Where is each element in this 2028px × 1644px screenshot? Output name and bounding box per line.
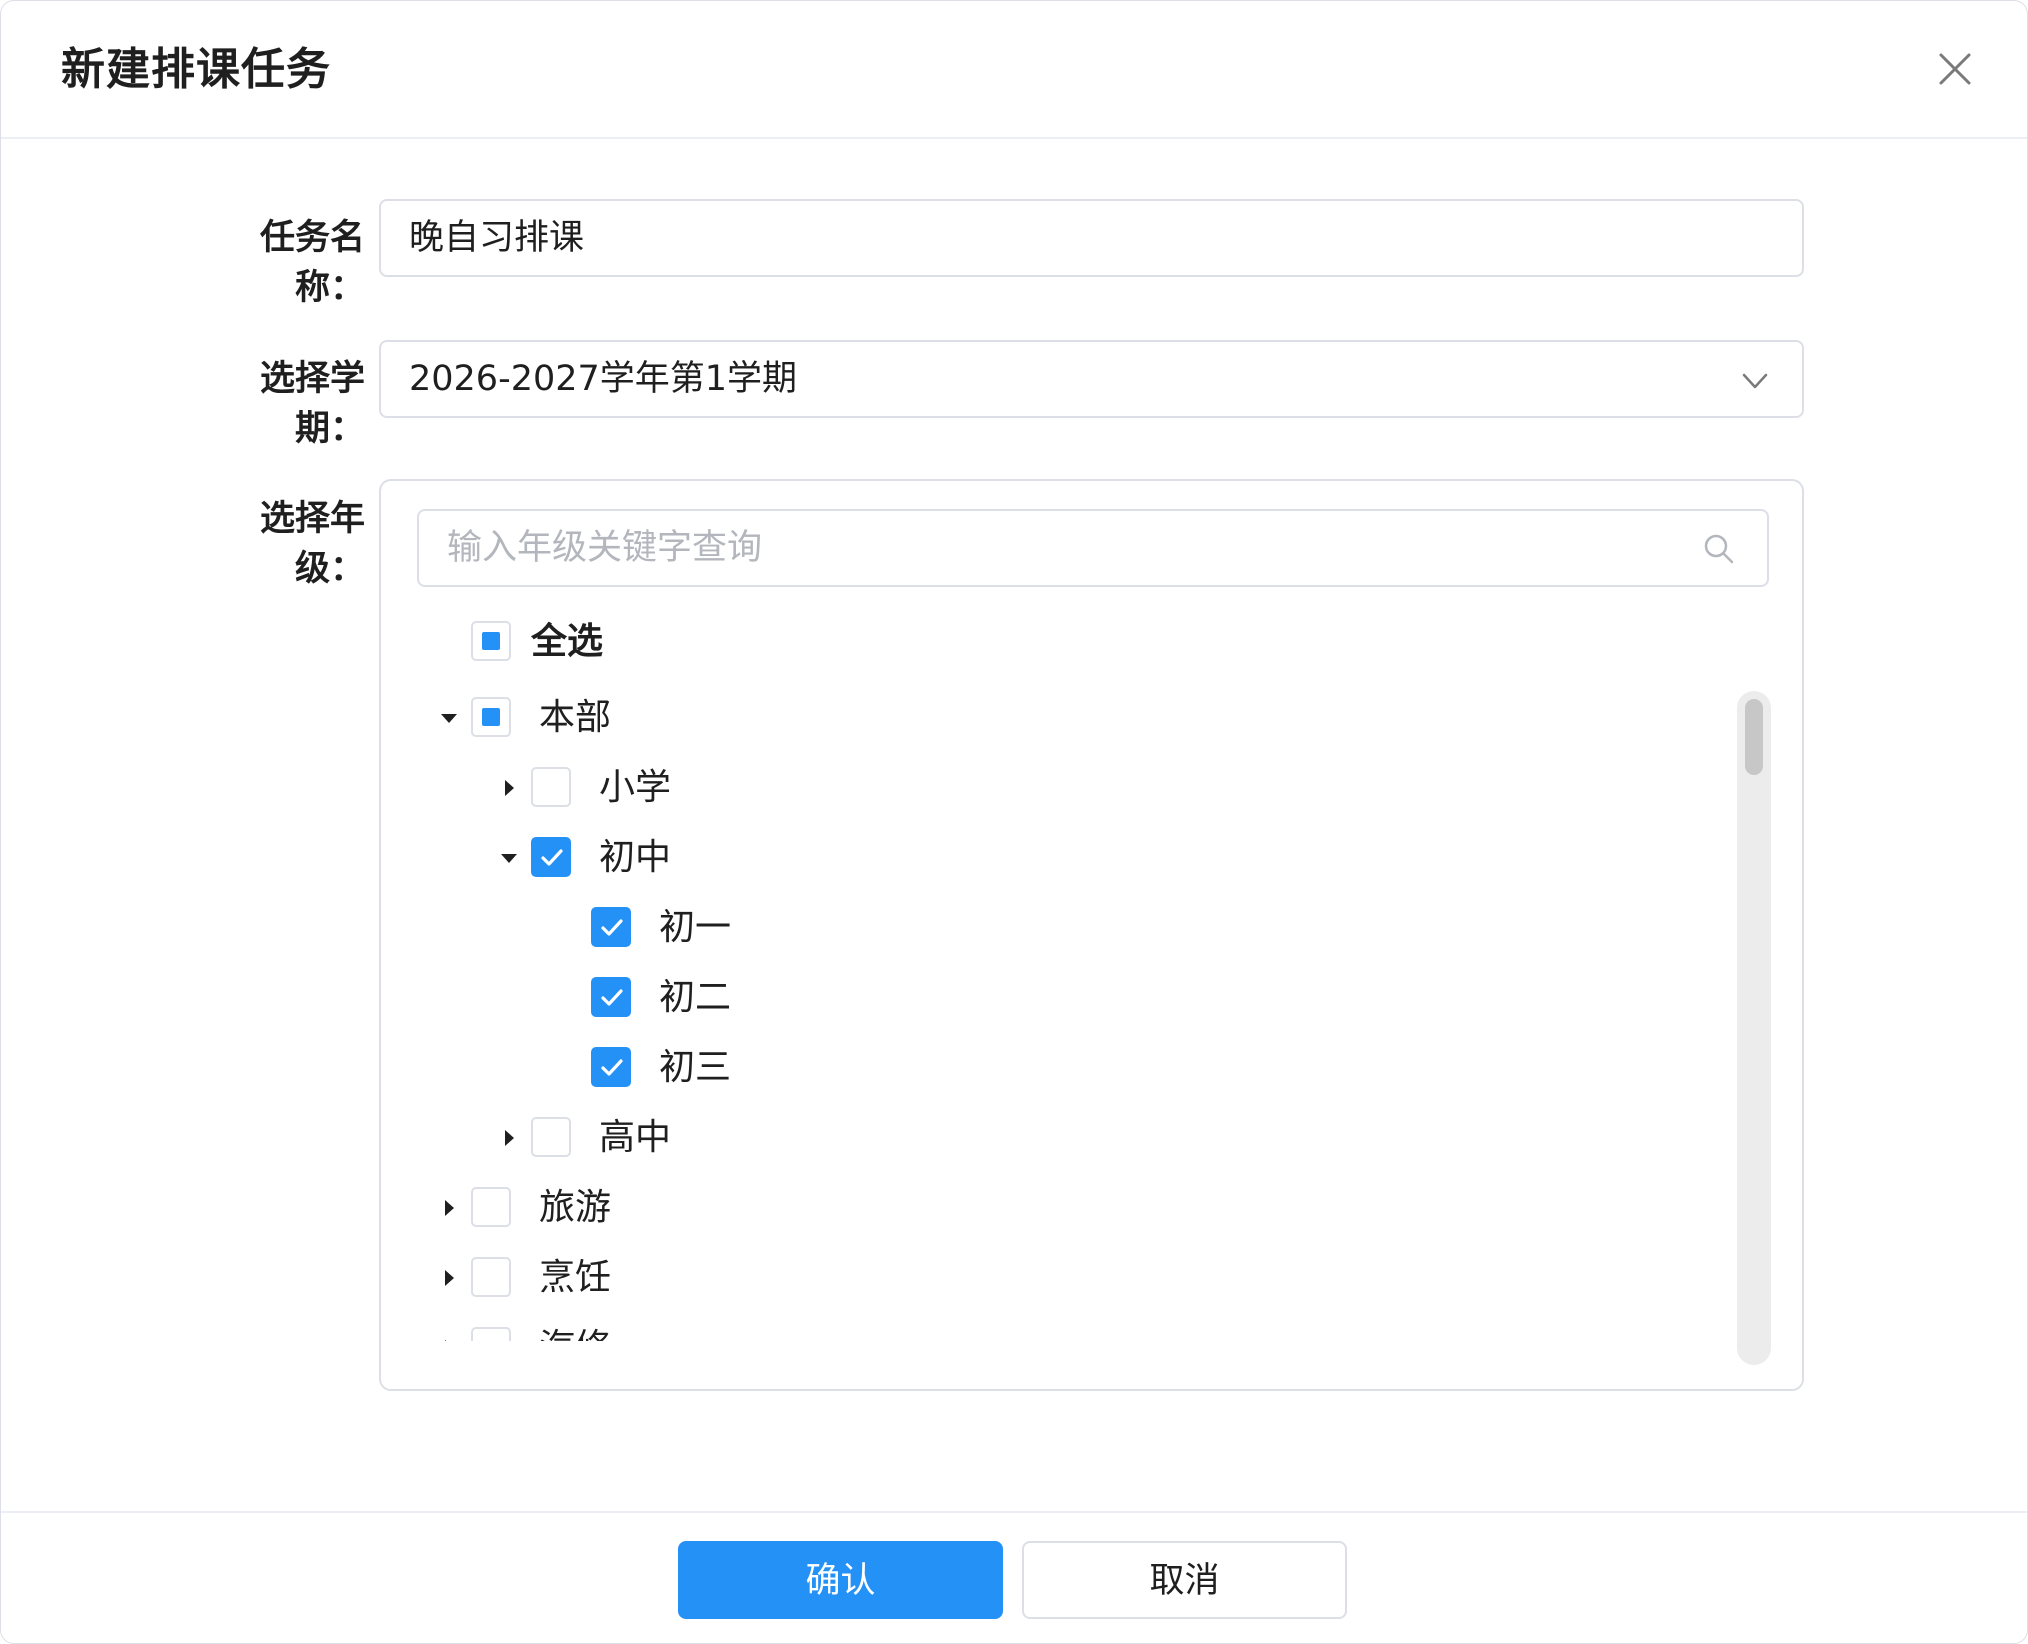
dialog-header: 新建排课任务 — [1, 1, 2027, 139]
tree-node-checkbox[interactable] — [591, 907, 631, 947]
tree-node-checkbox[interactable] — [471, 697, 511, 737]
tree-node[interactable]: 初二 — [381, 971, 1721, 1025]
tree-node-checkbox[interactable] — [531, 767, 571, 807]
grade-label: 选择年级： — [259, 499, 365, 589]
grade-tree-panel: 输入年级关键字查询 全选 本部小学初中初一初二初三高中旅游烹饪汽修 — [379, 479, 1804, 1391]
caret-right-icon[interactable] — [437, 1181, 461, 1235]
tree-node-label: 烹饪 — [539, 1257, 612, 1298]
tree-node[interactable]: 高中 — [381, 1111, 1721, 1165]
tree-node[interactable]: 小学 — [381, 761, 1721, 815]
grade-search-placeholder: 输入年级关键字查询 — [447, 528, 763, 568]
tree-node[interactable]: 烹饪 — [381, 1251, 1721, 1305]
tree-node-label: 初一 — [659, 907, 732, 948]
cancel-button[interactable]: 取消 — [1022, 1541, 1347, 1619]
tree-node-label: 小学 — [599, 767, 672, 808]
search-icon — [1704, 534, 1734, 564]
tree-scrollbar-track[interactable] — [1737, 691, 1771, 1365]
dialog-title: 新建排课任务 — [61, 44, 331, 95]
chevron-down-icon — [1742, 373, 1768, 389]
tree-node-checkbox[interactable] — [471, 1187, 511, 1227]
tree-node-checkbox[interactable] — [531, 837, 571, 877]
grade-search-input[interactable]: 输入年级关键字查询 — [417, 509, 1769, 587]
tree-node-label: 初中 — [599, 837, 672, 878]
tree-node-checkbox[interactable] — [591, 1047, 631, 1087]
select-all-label: 全选 — [531, 621, 604, 662]
caret-down-icon[interactable] — [437, 691, 461, 745]
caret-right-icon[interactable] — [497, 761, 521, 815]
tree-node[interactable]: 初中 — [381, 831, 1721, 885]
tree-node-checkbox[interactable] — [471, 1327, 511, 1341]
close-button[interactable] — [1933, 47, 1977, 91]
caret-right-icon[interactable] — [437, 1251, 461, 1305]
tree-node-label: 高中 — [599, 1117, 672, 1158]
semester-label: 选择学期： — [259, 359, 365, 449]
tree-node-checkbox[interactable] — [471, 1257, 511, 1297]
tree-node-label: 本部 — [539, 697, 612, 738]
caret-right-icon[interactable] — [437, 1321, 461, 1341]
caret-down-icon[interactable] — [497, 831, 521, 885]
caret-right-icon[interactable] — [497, 1111, 521, 1165]
tree-scrollbar-thumb[interactable] — [1745, 699, 1763, 775]
task-name-value: 晚自习排课 — [409, 218, 585, 258]
tree-node-label: 旅游 — [539, 1187, 612, 1228]
page: 新建排课任务 任务名称： 晚自习排课 选择学期： 2026-2027学年第1学期… — [0, 0, 2028, 1644]
select-all-row[interactable]: 全选 — [381, 615, 1721, 669]
tree-node-checkbox[interactable] — [591, 977, 631, 1017]
confirm-button[interactable]: 确认 — [678, 1541, 1003, 1619]
task-name-label: 任务名称： — [259, 218, 365, 308]
tree-node-label: 汽修 — [539, 1321, 611, 1341]
semester-value: 2026-2027学年第1学期 — [409, 359, 798, 399]
task-name-input[interactable]: 晚自习排课 — [379, 199, 1804, 277]
close-icon — [1939, 53, 1971, 85]
tree-node[interactable]: 旅游 — [381, 1181, 1721, 1235]
tree-node[interactable]: 初一 — [381, 901, 1721, 955]
new-schedule-task-dialog: 新建排课任务 任务名称： 晚自习排课 选择学期： 2026-2027学年第1学期… — [0, 0, 2028, 1644]
tree-node-label: 初二 — [659, 977, 732, 1018]
tree-node[interactable]: 汽修 — [381, 1321, 1721, 1341]
tree-node-label: 初三 — [659, 1047, 732, 1088]
dialog-footer: 确认 取消 — [1, 1511, 2027, 1643]
select-all-checkbox[interactable] — [471, 621, 511, 661]
tree-node-checkbox[interactable] — [531, 1117, 571, 1157]
tree-node[interactable]: 本部 — [381, 691, 1721, 745]
semester-select[interactable]: 2026-2027学年第1学期 — [379, 340, 1804, 418]
grade-tree: 本部小学初中初一初二初三高中旅游烹饪汽修 — [381, 691, 1741, 1341]
tree-node[interactable]: 初三 — [381, 1041, 1721, 1095]
